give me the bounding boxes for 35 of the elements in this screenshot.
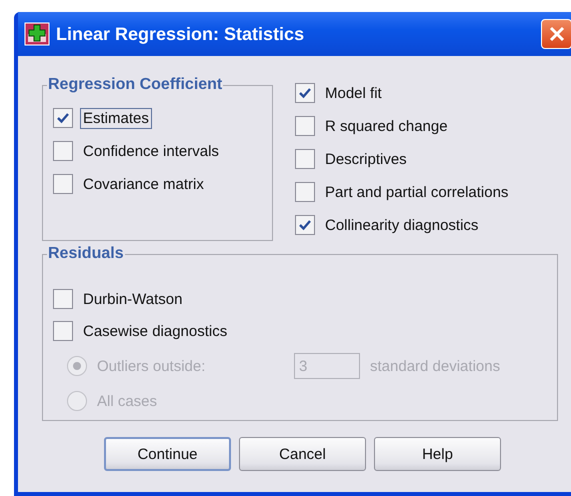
checkbox[interactable] — [295, 215, 315, 235]
dialog-button[interactable]: Help — [374, 437, 501, 471]
checkbox-label: Collinearity diagnostics — [324, 216, 480, 234]
radio-label: All cases — [96, 392, 158, 410]
dialog-button[interactable]: Continue — [104, 437, 231, 471]
checkbox[interactable] — [53, 174, 73, 194]
checkbox-label: Estimates — [81, 108, 151, 128]
checkbox[interactable] — [53, 321, 73, 341]
checkbox[interactable] — [53, 141, 73, 161]
checkmark-icon — [298, 219, 312, 231]
close-button[interactable] — [541, 19, 571, 49]
checkbox-label: Casewise diagnostics — [82, 322, 228, 340]
dialog-button[interactable]: Cancel — [239, 437, 366, 471]
checkbox[interactable] — [53, 108, 73, 128]
app-icon — [24, 22, 50, 46]
checkbox[interactable] — [295, 83, 315, 103]
checkbox-label: Part and partial correlations — [324, 182, 510, 202]
checkbox[interactable] — [53, 289, 73, 309]
checkbox-label: Descriptives — [324, 150, 408, 168]
group-title: Residuals — [47, 245, 125, 263]
unit-label: standard deviations — [369, 356, 502, 376]
checkbox[interactable] — [295, 116, 315, 136]
close-icon — [548, 25, 566, 43]
group-title: Regression Coefficient — [47, 76, 224, 94]
checkbox[interactable] — [295, 149, 315, 169]
checkmark-icon — [298, 87, 312, 99]
checkbox-label: Durbin-Watson — [82, 290, 184, 308]
window-title: Linear Regression: Statistics — [56, 24, 306, 44]
checkbox-label: Model fit — [324, 84, 383, 102]
checkmark-icon — [56, 112, 70, 124]
checkbox-label: R squared change — [324, 116, 449, 136]
checkbox-label: Confidence intervals — [82, 142, 220, 160]
checkbox-label: Covariance matrix — [82, 174, 205, 194]
radio-label: Outliers outside: — [96, 356, 206, 376]
checkbox[interactable] — [295, 182, 315, 202]
